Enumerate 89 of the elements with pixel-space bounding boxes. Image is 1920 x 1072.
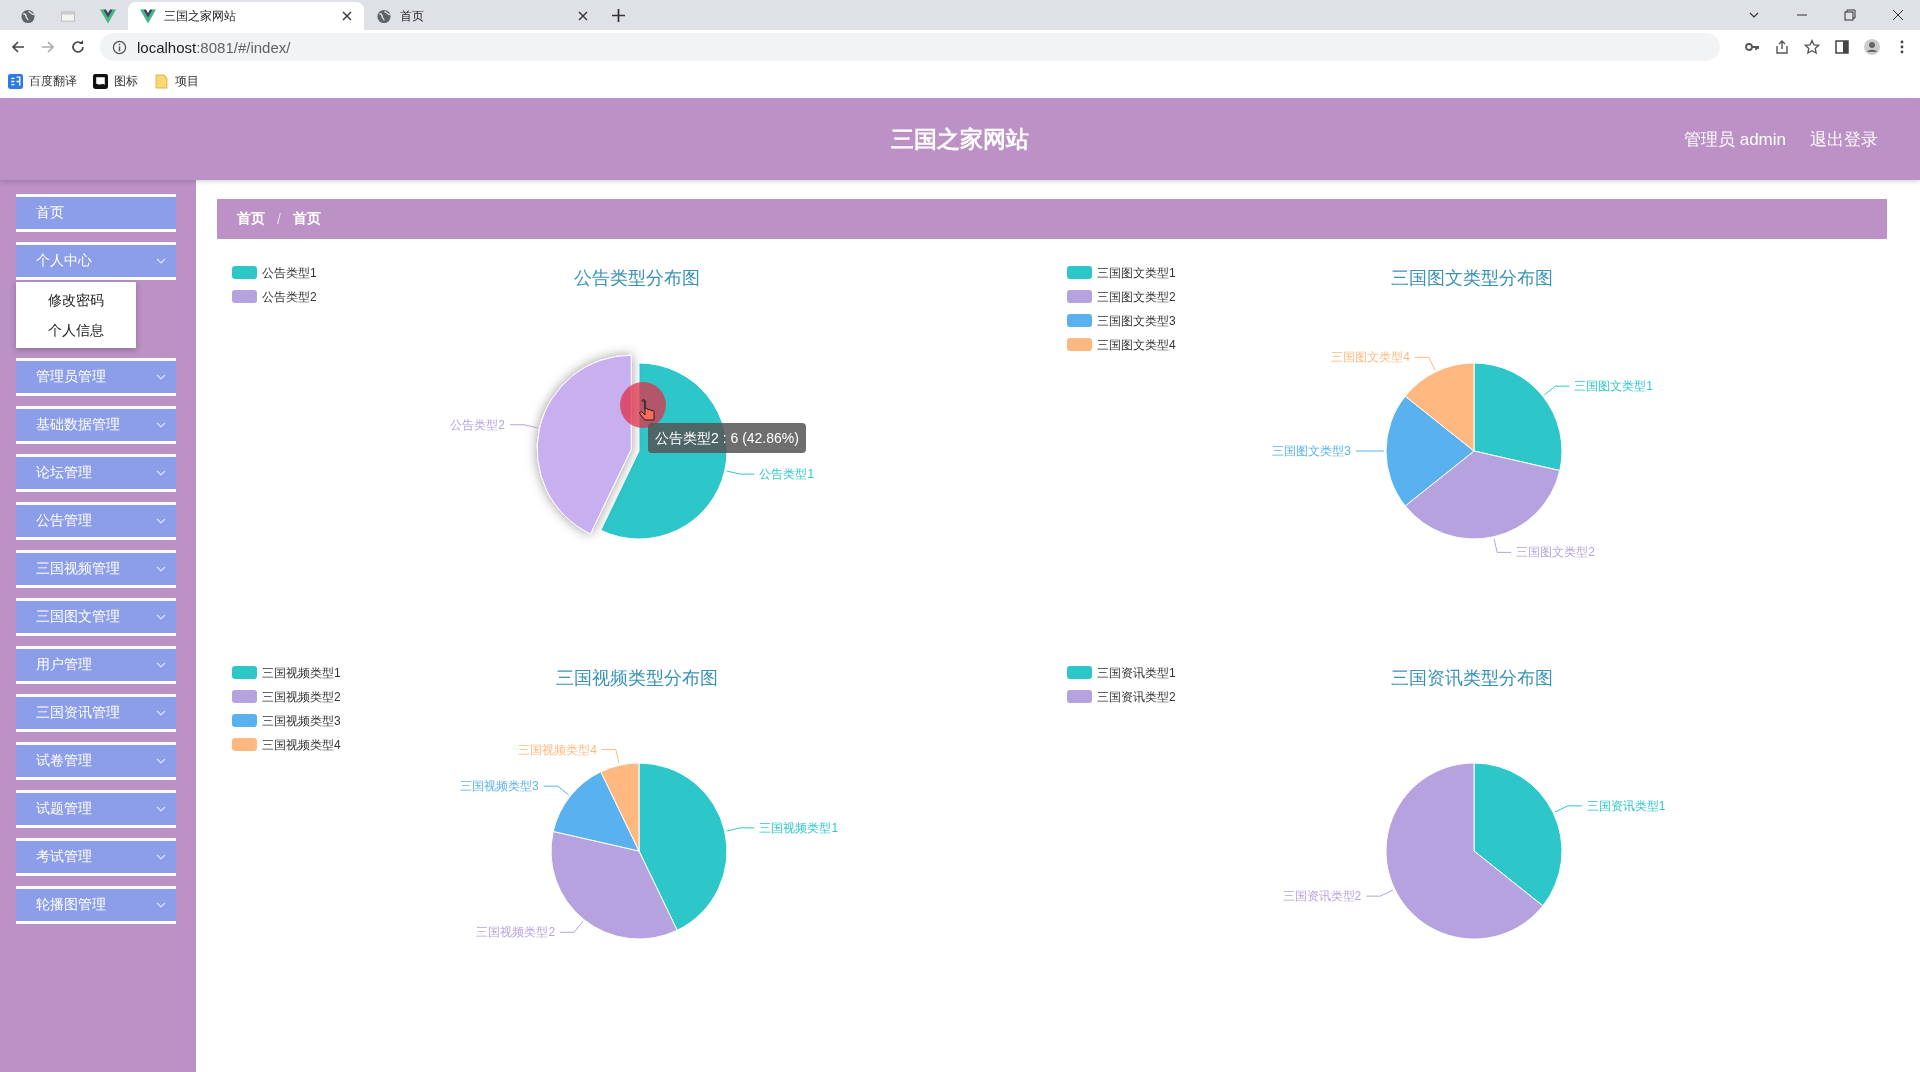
leader-line	[1365, 889, 1394, 897]
legend-item[interactable]: 三国视频类型1	[232, 666, 341, 680]
slice-label: 三国资讯类型1	[1586, 798, 1666, 813]
globe-icon	[20, 8, 36, 24]
chevron-icon	[156, 710, 166, 716]
chevron-icon	[156, 614, 166, 620]
address-bar[interactable]: localhost:8081/#/index/	[100, 33, 1720, 61]
legend-item[interactable]: 公告类型2	[232, 290, 317, 304]
url-text: localhost:8081/#/index/	[137, 38, 291, 56]
back-arrow-icon[interactable]	[10, 39, 26, 55]
leader-line	[1493, 538, 1512, 553]
globe-icon	[376, 8, 392, 24]
legend-item[interactable]: 公告类型1	[232, 266, 317, 280]
chevron-icon	[156, 258, 166, 264]
legend-item[interactable]: 三国资讯类型2	[1067, 690, 1176, 704]
chevron-icon	[156, 374, 166, 380]
chart-title: 三国图文类型分布图	[1391, 268, 1553, 288]
slice-label: 三国视频类型2	[476, 925, 556, 940]
leader-line	[601, 749, 620, 764]
slice-label: 三国图文类型1	[1574, 379, 1653, 394]
vue-logo-icon	[140, 8, 156, 24]
reload-icon[interactable]	[70, 39, 86, 55]
translate-icon	[8, 73, 23, 89]
tab-title: 三国之家网站	[164, 7, 237, 25]
info-icon	[112, 39, 127, 55]
chevron-icon	[156, 518, 166, 524]
leader-line	[559, 920, 584, 933]
slice-label: 三国图文类型4	[1331, 350, 1410, 365]
slice-label: 三国资讯类型2	[1282, 889, 1362, 904]
legend-item[interactable]: 三国视频类型3	[232, 714, 341, 728]
page-icon	[60, 8, 76, 24]
folder-icon	[154, 73, 169, 89]
slice-label: 公告类型2	[450, 417, 505, 432]
restore-icon[interactable]	[1844, 9, 1856, 21]
legend-item[interactable]: 三国图文类型2	[1067, 290, 1176, 304]
tab-title: 首页	[400, 7, 425, 25]
breadcrumb-separator: /	[277, 211, 281, 227]
slice-label: 三国视频类型1	[759, 820, 839, 835]
chevron-icon	[156, 470, 166, 476]
leader-line	[1543, 385, 1570, 396]
legend-item[interactable]: 三国图文类型4	[1067, 338, 1176, 352]
legend-item[interactable]: 三国视频类型4	[232, 738, 341, 752]
chevron-icon	[156, 662, 166, 668]
leader-line	[1355, 450, 1385, 452]
legend-item[interactable]: 三国资讯类型1	[1067, 666, 1176, 680]
slice-label: 公告类型1	[759, 467, 815, 482]
slice-label: 三国视频类型4	[518, 742, 597, 757]
admin-label: 管理员 admin	[1683, 128, 1786, 151]
tooltip: 公告类型2 : 6 (42.86%)	[648, 423, 806, 453]
profile-icon[interactable]	[1864, 39, 1880, 55]
legend-item[interactable]: 三国图文类型3	[1067, 314, 1176, 328]
new-tab-icon[interactable]	[612, 9, 625, 22]
bookmark[interactable]: 百度翻译	[8, 72, 77, 90]
flag-icon	[93, 73, 108, 89]
side-panel-icon[interactable]	[1834, 39, 1850, 55]
close-icon[interactable]	[1892, 9, 1904, 21]
chevron-icon	[156, 854, 166, 860]
leader-line	[509, 424, 539, 429]
slice-label: 三国图文类型3	[1272, 444, 1351, 459]
vue-logo-icon	[100, 8, 116, 24]
chevron-icon	[156, 758, 166, 764]
chart-title: 三国资讯类型分布图	[1391, 668, 1553, 688]
submenu-item[interactable]: 个人信息	[16, 315, 136, 345]
legend-item[interactable]: 三国视频类型2	[232, 690, 341, 704]
chevron-icon	[156, 422, 166, 428]
close-icon[interactable]	[342, 11, 352, 21]
hand-cursor-icon	[639, 399, 655, 421]
slice-label: 三国视频类型3	[460, 779, 539, 794]
slice-label: 三国图文类型2	[1516, 545, 1595, 560]
chevron-icon	[156, 806, 166, 812]
bookmark[interactable]: 项目	[154, 72, 199, 90]
chevron-icon	[156, 566, 166, 572]
leader-line	[543, 785, 570, 796]
legend-item[interactable]: 三国图文类型1	[1067, 266, 1176, 280]
share-icon[interactable]	[1774, 39, 1790, 55]
leader-line	[726, 827, 755, 832]
site-title: 三国之家网站	[891, 124, 1029, 154]
leader-line	[726, 470, 755, 475]
leader-line	[1414, 356, 1436, 371]
browser-tab[interactable]: 三国之家网站	[128, 2, 364, 30]
chart-title: 公告类型分布图	[574, 268, 700, 288]
browser-tab[interactable]: 首页	[364, 2, 600, 30]
star-icon[interactable]	[1804, 39, 1820, 55]
chevron-icon	[156, 902, 166, 908]
submenu-item[interactable]: 修改密码	[16, 285, 136, 315]
bookmark[interactable]: 图标	[93, 72, 138, 90]
close-icon[interactable]	[578, 11, 588, 21]
leader-line	[1554, 805, 1583, 813]
chart-title: 三国视频类型分布图	[556, 668, 718, 688]
